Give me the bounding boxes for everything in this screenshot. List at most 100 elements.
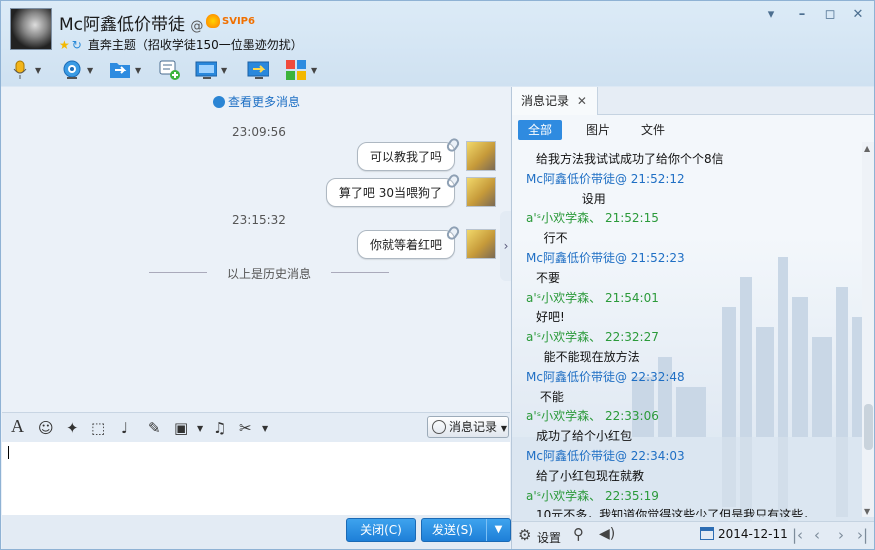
scroll-down-icon[interactable]: ▼ <box>864 507 870 516</box>
screenshot-icon[interactable]: ⬚ <box>91 419 105 437</box>
history-divider-text: 以上是历史消息 <box>226 267 311 281</box>
button-row: 关闭(C) 发送(S) ▼ <box>2 515 511 549</box>
webcam-icon <box>61 59 83 81</box>
first-page-icon[interactable]: |‹ <box>792 526 803 544</box>
close-icon[interactable]: ✕ <box>850 7 866 23</box>
chevron-down-icon: ▼ <box>500 424 507 433</box>
contact-avatar[interactable] <box>10 8 52 50</box>
voice-call-button[interactable]: ▼ <box>9 56 41 84</box>
history-message-text: 好吧! <box>536 310 565 325</box>
history-message-header: a'ˢ小欢学森、 22:33:06 <box>526 409 659 424</box>
date-picker[interactable]: 2014-12-11 <box>700 527 788 541</box>
settings-label[interactable]: 设置 <box>537 529 561 546</box>
search-icon[interactable]: ⚲ <box>573 525 584 543</box>
history-message-header: a'ˢ小欢学森、 22:35:19 <box>526 488 659 503</box>
scrollbar-thumb[interactable] <box>864 404 873 450</box>
speaker-icon[interactable]: ◀) <box>599 526 615 542</box>
history-button-label: 消息记录 <box>449 420 498 434</box>
filter-images[interactable]: 图片 <box>576 120 620 140</box>
svip-flame-icon <box>206 14 220 28</box>
close-tab-icon[interactable]: ✕ <box>577 94 587 108</box>
view-more-link[interactable]: 查看更多消息 <box>213 93 300 110</box>
tab-message-history[interactable]: 消息记录 ✕ <box>512 87 598 115</box>
apps-grid-icon <box>285 59 307 81</box>
scroll-up-icon[interactable]: ▲ <box>864 144 870 153</box>
image-icon[interactable]: ▣ <box>174 419 188 437</box>
apps-button[interactable]: ▼ <box>285 56 317 84</box>
format-toolbar: A ☺ ✦ ⬚ ♩ ✎ ▣ ▼ ♫ ✂ ▼ 消息记录 ▼ <box>2 412 510 442</box>
message-input[interactable] <box>2 442 510 515</box>
music-icon[interactable]: ♫ <box>213 419 226 437</box>
prev-page-icon[interactable]: ‹ <box>814 526 820 544</box>
chevron-down-icon[interactable]: ▼ <box>197 424 203 433</box>
video-call-button[interactable]: ▼ <box>61 56 93 84</box>
scissors-icon[interactable]: ✂ <box>239 419 252 437</box>
my-avatar[interactable] <box>466 141 496 171</box>
contact-name-text: Mc阿鑫低价带徒 <box>59 15 186 35</box>
next-page-icon[interactable]: › <box>838 526 844 544</box>
history-footer: ⚙ 设置 ⚲ ◀) 2014-12-11 |‹ ‹ › ›| <box>512 521 874 549</box>
status-text: 直奔主题（招收学徒150一位墨迹勿扰） <box>87 38 303 52</box>
svip-badge[interactable]: SVIP6 <box>206 14 256 30</box>
minimize-icon[interactable]: – <box>794 7 810 23</box>
emoji-icon[interactable]: ☺ <box>38 419 54 437</box>
history-message-text: 能不能现在放方法 <box>536 350 640 364</box>
clock-icon <box>213 96 225 108</box>
history-message-list[interactable]: 给我方法我试试成功了给你个个8信 Mc阿鑫低价带徒@ 21:52:12 设用 a'ˢ… <box>512 142 862 517</box>
font-icon[interactable]: A <box>11 416 24 437</box>
history-message-text: 成功了给个小红包 <box>536 429 633 444</box>
history-message-header: a'ˢ小欢学森、 21:52:15 <box>526 211 659 226</box>
at-badge: @ <box>190 19 204 34</box>
message-history-button[interactable]: 消息记录 ▼ <box>427 416 509 438</box>
message-text: 算了吧 30当喂狗了 <box>338 186 442 200</box>
scrollbar-track[interactable] <box>862 142 874 517</box>
history-divider: 以上是历史消息 <box>149 265 389 282</box>
filter-tabs: 全部 图片 文件 <box>512 116 874 142</box>
view-more-label: 查看更多消息 <box>228 95 301 109</box>
history-message-text: 设用 <box>536 191 606 206</box>
magic-icon[interactable]: ✦ <box>66 419 79 437</box>
filter-files[interactable]: 文件 <box>631 120 675 140</box>
my-avatar[interactable] <box>466 229 496 259</box>
panel-tab-bar: 消息记录 ✕ <box>512 87 874 115</box>
share-screen-button[interactable] <box>247 56 269 84</box>
calendar-icon <box>700 527 714 540</box>
message-text: 可以教我了吗 <box>369 150 442 164</box>
contact-name[interactable]: Mc阿鑫低价带徒 @ <box>59 10 203 35</box>
date-value: 2014-12-11 <box>718 527 788 541</box>
status-line: ★ ↻ 直奔主题（招收学徒150一位墨迹勿扰） <box>59 36 303 53</box>
filter-all[interactable]: 全部 <box>518 120 563 140</box>
maximize-icon[interactable]: ◻ <box>822 7 838 23</box>
gear-icon[interactable]: ⚙ <box>518 526 531 544</box>
history-message-text: 不能 <box>536 389 564 404</box>
menu-dropdown-icon[interactable]: ▾ <box>763 7 779 23</box>
voice-message-icon[interactable]: ♩ <box>121 419 128 437</box>
toolbar: ▼ ▼ ▼ ▼ ▼ <box>9 56 339 84</box>
close-button[interactable]: 关闭(C) <box>346 518 416 542</box>
tab-label: 消息记录 <box>521 94 570 108</box>
remote-desktop-button[interactable]: ▼ <box>195 56 227 84</box>
svip-label: SVIP6 <box>222 16 255 27</box>
filter-label: 文件 <box>641 123 666 137</box>
message-bubble[interactable]: 算了吧 30当喂狗了 <box>325 178 455 207</box>
message-bubble[interactable]: 你就等着红吧 <box>356 230 455 259</box>
my-avatar[interactable] <box>466 177 496 207</box>
clock-icon <box>432 420 446 434</box>
history-message-header: Mc阿鑫低价带徒@ 22:32:48 <box>526 369 685 384</box>
history-message-text: 10元不多，我知道你觉得这些少了但是我只有这些， <box>536 508 816 517</box>
message-bubble[interactable]: 可以教我了吗 <box>356 142 455 171</box>
send-file-button[interactable]: ▼ <box>109 56 141 84</box>
last-page-icon[interactable]: ›| <box>857 526 868 544</box>
monitor-icon <box>195 59 217 81</box>
message-text: 你就等着红吧 <box>369 238 442 252</box>
chevron-down-icon[interactable]: ▼ <box>262 424 268 433</box>
filter-label: 图片 <box>586 123 611 137</box>
create-discussion-button[interactable] <box>159 56 181 84</box>
history-message-header: Mc阿鑫低价带徒@ 21:52:23 <box>526 251 685 265</box>
edit-icon[interactable]: ✎ <box>148 419 161 437</box>
send-options-icon[interactable]: ▼ <box>486 519 510 541</box>
send-button[interactable]: 发送(S) ▼ <box>421 518 511 542</box>
timestamp: 23:15:32 <box>232 213 286 227</box>
close-button-label: 关闭(C) <box>360 523 402 537</box>
qzone-icon[interactable]: ↻ <box>72 38 82 52</box>
